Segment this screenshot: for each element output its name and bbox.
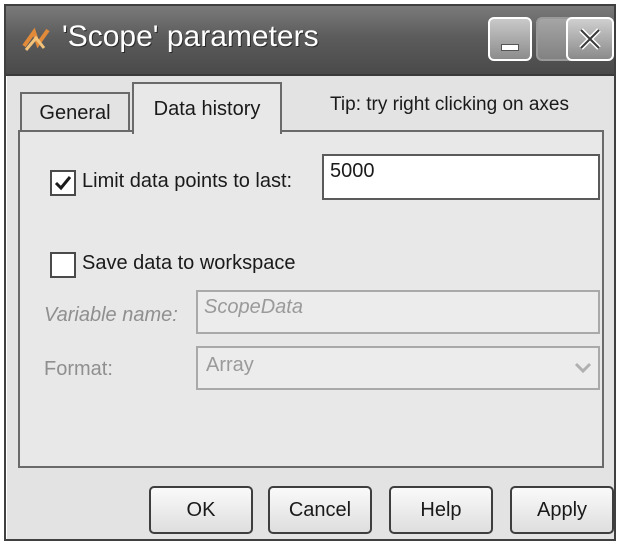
format-label: Format: [44, 358, 113, 380]
close-button[interactable] [566, 17, 614, 61]
limit-data-points-label: Limit data points to last: [82, 170, 293, 192]
apply-button[interactable]: Apply [510, 486, 614, 534]
format-value: Array [206, 354, 254, 376]
minimize-button[interactable] [488, 17, 532, 61]
limit-data-points-checkbox[interactable] [50, 170, 76, 196]
simulink-icon [20, 24, 52, 56]
tip-text: Tip: try right clicking on axes [330, 94, 569, 115]
tab-general[interactable]: General [20, 92, 130, 132]
scope-parameters-dialog: 'Scope' parameters General Data history … [4, 4, 616, 541]
checkmark-icon [54, 176, 72, 191]
close-icon [579, 28, 601, 50]
help-button[interactable]: Help [389, 486, 493, 534]
window-title: 'Scope' parameters [62, 20, 319, 53]
chevron-down-icon [574, 358, 592, 381]
ok-button[interactable]: OK [149, 486, 253, 534]
minimize-icon [501, 43, 519, 51]
cancel-button[interactable]: Cancel [268, 486, 372, 534]
save-to-workspace-checkbox[interactable] [50, 252, 76, 278]
data-history-panel: Limit data points to last: 5000 Save dat… [18, 130, 604, 468]
tab-data-history[interactable]: Data history [132, 82, 282, 134]
limit-data-points-input[interactable]: 5000 [322, 154, 600, 200]
title-bar[interactable]: 'Scope' parameters [6, 6, 614, 76]
format-select[interactable]: Array [196, 346, 600, 390]
variable-name-label: Variable name: [44, 304, 178, 326]
save-to-workspace-label: Save data to workspace [82, 252, 296, 274]
tab-strip: General Data history Tip: try right clic… [16, 82, 604, 134]
variable-name-input[interactable]: ScopeData [196, 290, 600, 334]
